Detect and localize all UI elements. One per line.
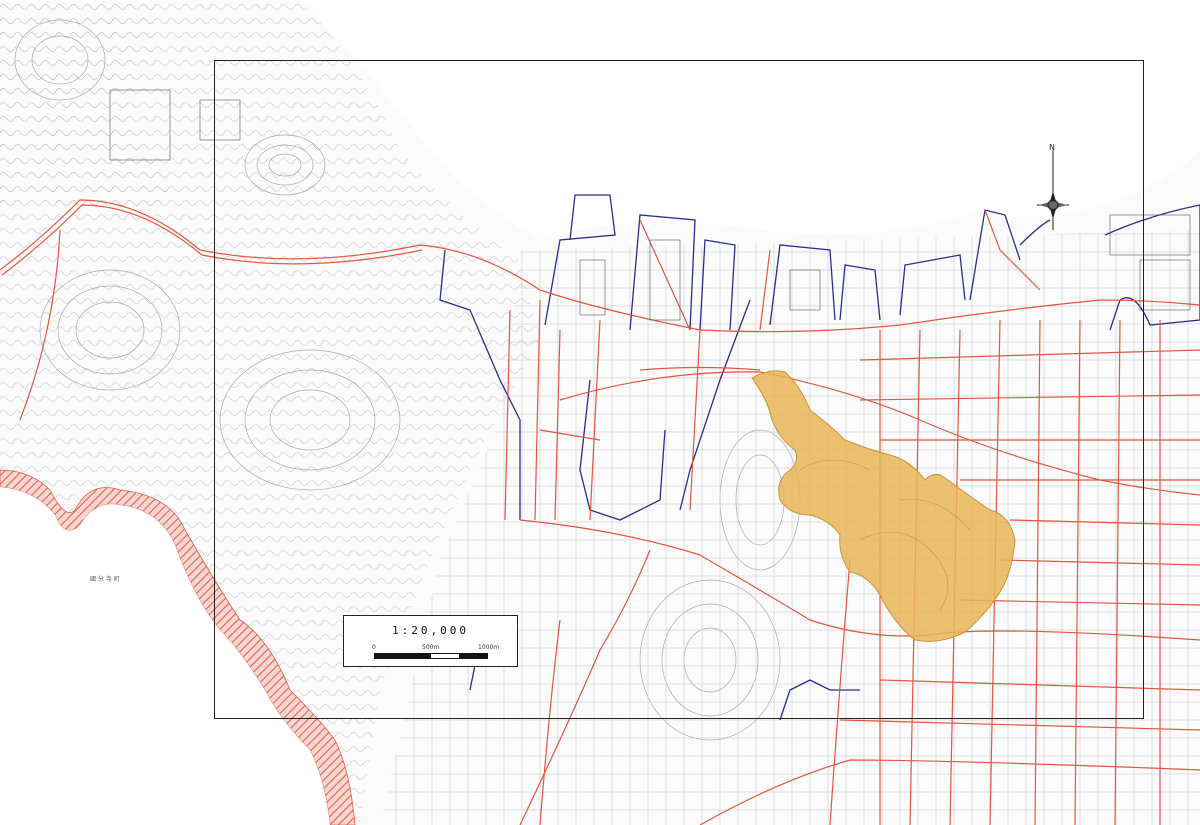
scale-tick-0: 0	[372, 644, 376, 651]
scale-ratio: 1:20,000	[392, 624, 469, 637]
scale-legend: 1:20,000 0 500m 1000m	[343, 615, 518, 667]
neighbour-town-label: 國 分 寺 町	[90, 576, 120, 583]
scale-bar	[374, 653, 488, 659]
scale-tick-1000: 1000m	[478, 644, 500, 651]
map-canvas: N	[0, 0, 1200, 825]
north-label: N	[1049, 143, 1055, 152]
scale-tick-500: 500m	[422, 644, 440, 651]
